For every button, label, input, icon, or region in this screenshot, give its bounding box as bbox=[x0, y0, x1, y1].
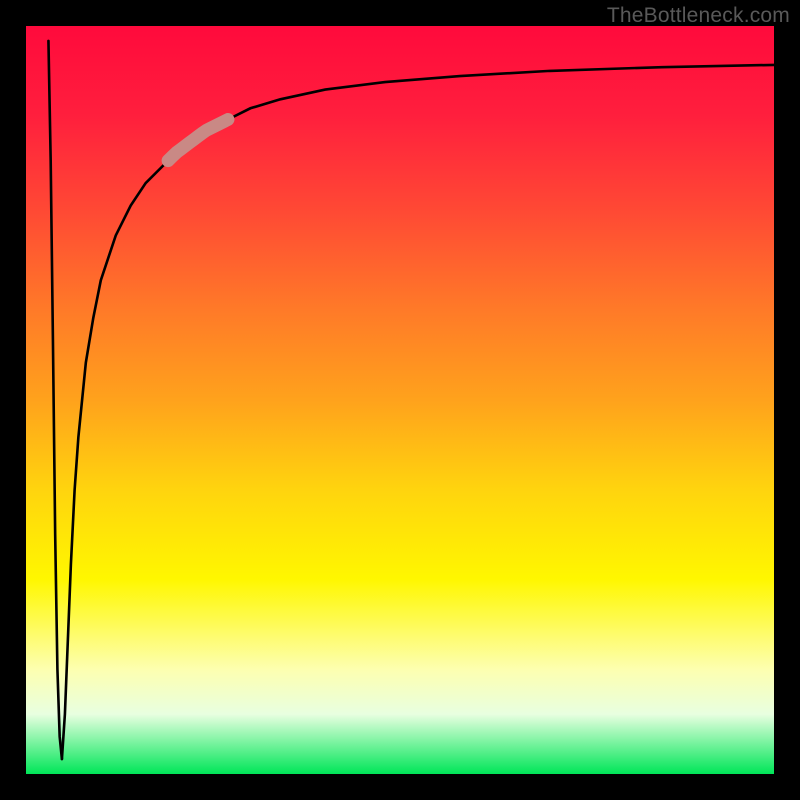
curve-left-drop bbox=[48, 41, 61, 759]
curve-highlight bbox=[168, 120, 228, 161]
chart-curve-layer bbox=[26, 26, 774, 774]
watermark-text: TheBottleneck.com bbox=[607, 4, 790, 28]
curve-main bbox=[62, 65, 774, 759]
curve-group bbox=[48, 41, 774, 759]
